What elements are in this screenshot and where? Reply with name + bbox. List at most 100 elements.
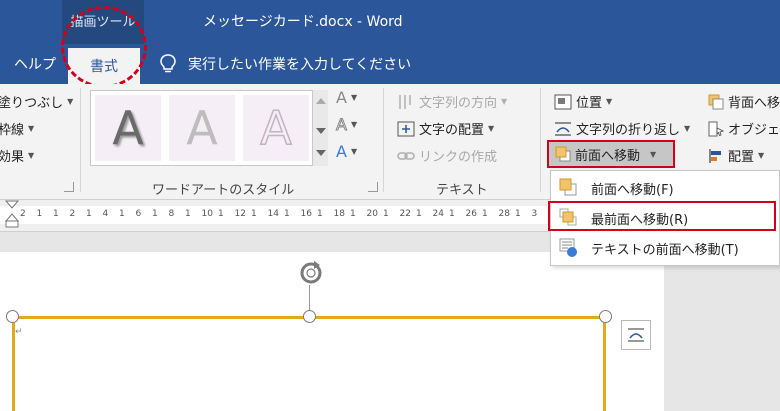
ruler-tick-label: 1 xyxy=(119,209,125,219)
shape-fill-button[interactable]: 塗りつぶし ▼ xyxy=(0,92,73,111)
chevron-down-icon: ▼ xyxy=(650,149,657,159)
bring-forward-icon xyxy=(559,178,577,196)
resize-handle-top-left[interactable] xyxy=(6,310,19,323)
chevron-down-icon: ▼ xyxy=(350,120,358,129)
ruler-tick-label: 2 xyxy=(20,209,26,219)
ruler-tick-label: 24 xyxy=(432,209,444,219)
bring-in-front-of-text-icon xyxy=(559,238,577,257)
text-outline-button[interactable]: A ▼ xyxy=(336,115,358,135)
gallery-more-icon[interactable] xyxy=(316,150,326,156)
wrap-text-button[interactable]: 文字列の折り返し ▼ xyxy=(554,119,690,138)
ruler-tick-label: 1 xyxy=(185,209,191,219)
wordart-group-label: ワードアートのスタイル xyxy=(152,183,295,198)
lightbulb-icon xyxy=(160,54,176,73)
menu-item-bring-forward[interactable]: 前面へ移動(F) xyxy=(551,173,780,201)
ruler-tick-label: 1 xyxy=(284,209,290,219)
align-text-icon xyxy=(397,121,415,136)
ruler-tick-label: 1 xyxy=(515,209,521,219)
text-direction-button[interactable]: 文字列の方向 ▼ xyxy=(397,92,507,111)
ruler-tick-label: 16 xyxy=(300,209,312,219)
position-icon xyxy=(554,94,572,109)
ruler-tick-label: 22 xyxy=(399,209,411,219)
ruler-tick-label: 20 xyxy=(366,209,378,219)
menu-item-bring-in-front-of-text[interactable]: テキストの前面へ移動(T) xyxy=(551,233,780,261)
indent-marker-icon[interactable] xyxy=(5,200,19,228)
ruler-tick-label: 1 xyxy=(53,209,59,219)
horizontal-ruler[interactable]: 2 1 1 2 1 4 1 6 1 8 1 10 1 12 1 14 1 16 1 18 1 20 1 22 1 24 1 26 1 28… xyxy=(0,200,550,232)
bring-forward-icon xyxy=(555,146,571,162)
chevron-down-icon: ▼ xyxy=(28,124,35,133)
chevron-down-icon: ▼ xyxy=(28,151,35,160)
chevron-down-icon: ▼ xyxy=(758,151,765,160)
selection-pane-icon xyxy=(708,121,724,136)
selected-shape[interactable]: ↵ xyxy=(12,316,606,411)
align-objects-icon xyxy=(709,148,721,163)
align-objects-button[interactable]: 配置 ▼ xyxy=(708,146,764,165)
rotate-handle-icon[interactable] xyxy=(296,258,326,288)
shape-outline-button[interactable]: 枠線 ▼ xyxy=(0,119,34,138)
chevron-down-icon: ▼ xyxy=(350,93,358,102)
align-text-button[interactable]: 文字の配置 ▼ xyxy=(397,119,494,138)
text-fill-icon: A xyxy=(336,88,347,107)
tell-me-placeholder: 実行したい作業を入力してください xyxy=(188,57,412,73)
ruler-tick-label: 18 xyxy=(333,209,345,219)
link-icon xyxy=(397,151,415,160)
ruler-tick-label: 2 xyxy=(69,209,76,219)
layout-options-button[interactable] xyxy=(621,320,651,350)
tell-me-search[interactable]: 実行したい作業を入力してください xyxy=(160,52,411,76)
resize-handle-top-right[interactable] xyxy=(599,310,612,323)
wordart-gallery[interactable]: A A A xyxy=(90,90,328,166)
position-button[interactable]: 位置 ▼ xyxy=(554,92,612,111)
group-divider xyxy=(80,88,81,192)
send-backward-button[interactable]: 背面へ移 xyxy=(708,92,780,111)
text-effects-button[interactable]: A ▼ xyxy=(336,142,357,161)
shape-effects-button[interactable]: 効果 ▼ xyxy=(0,146,34,165)
scroll-up-icon[interactable] xyxy=(316,98,326,104)
ruler-tick-label: 28 xyxy=(498,209,510,219)
bring-forward-button[interactable]: 前面へ移動 ▼ xyxy=(547,140,675,168)
ruler-tick-label: 10 xyxy=(201,209,213,219)
text-fill-button[interactable]: A ▼ xyxy=(336,88,357,107)
ruler-tick-label: 1 xyxy=(383,209,389,219)
shape-styles-launcher[interactable] xyxy=(64,182,74,192)
chevron-down-icon: ▼ xyxy=(501,97,508,106)
ruler-tick-label: 1 xyxy=(218,209,224,219)
bring-forward-label: 前面へ移動 xyxy=(575,148,641,164)
wrap-text-label: 文字列の折り返し xyxy=(576,123,681,138)
text-effects-icon: A xyxy=(336,142,347,161)
align-objects-label: 配置 xyxy=(728,150,755,165)
chevron-down-icon: ▼ xyxy=(488,124,495,133)
selection-pane-button[interactable]: オブジェク xyxy=(708,119,780,138)
ruler-scale: 2 1 1 2 1 4 1 6 1 8 1 10 1 12 1 14 1 16 1 18 1 20 1 22 1 24 1 26 1 28… xyxy=(0,200,550,228)
align-text-label: 文字の配置 xyxy=(419,123,485,138)
group-divider xyxy=(383,88,384,192)
layout-options-icon xyxy=(628,328,644,342)
wordart-gallery-scroll[interactable] xyxy=(312,90,328,166)
ruler-tick-label: 1 xyxy=(36,209,43,219)
wordart-styles-launcher[interactable] xyxy=(368,182,378,192)
scroll-down-icon[interactable] xyxy=(316,128,326,134)
shape-fill-label: 塗りつぶし xyxy=(0,96,64,111)
chevron-down-icon: ▼ xyxy=(67,97,74,106)
resize-handle-top-center[interactable] xyxy=(303,310,316,323)
chevron-down-icon: ▼ xyxy=(606,97,613,106)
position-label: 位置 xyxy=(576,96,603,111)
ruler-tick-labels: 2 1 1 2 1 4 1 6 1 8 1 10 1 12 1 14 1 16 1 18 1 20 1 22 1 24 1 26 1 28… xyxy=(20,209,548,221)
ruler-tick-label: 6 xyxy=(135,209,142,219)
wordart-style-3[interactable]: A xyxy=(243,95,309,161)
chevron-down-icon: ▼ xyxy=(684,124,691,133)
selection-pane-label: オブジェク xyxy=(728,123,780,138)
wordart-style-1[interactable]: A xyxy=(95,95,161,161)
ruler-tick-label: 8 xyxy=(168,209,175,219)
shape-effects-label: 効果 xyxy=(0,150,25,165)
tab-highlight-circle xyxy=(61,6,147,88)
ruler-tick-label: 4 xyxy=(102,209,109,219)
wordart-style-2[interactable]: A xyxy=(169,95,235,161)
text-direction-label: 文字列の方向 xyxy=(419,96,498,111)
ruler-tick-label: 3 xyxy=(531,209,538,219)
ruler-tick-label: 14 xyxy=(267,209,279,219)
create-link-button[interactable]: リンクの作成 xyxy=(397,146,497,165)
ruler-tick-label: 1 xyxy=(317,209,323,219)
text-group-label: テキスト xyxy=(436,183,488,198)
tab-help[interactable]: ヘルプ xyxy=(14,54,56,74)
